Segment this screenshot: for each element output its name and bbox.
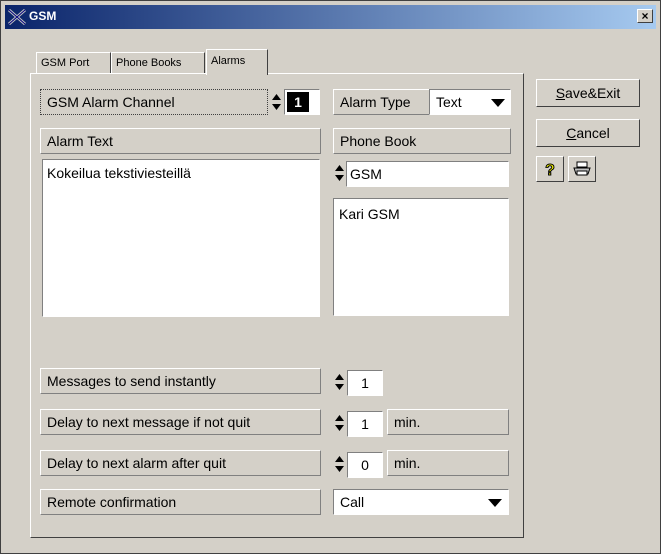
delay-alarm-unit: min. bbox=[387, 450, 509, 476]
messages-instant-value: 1 bbox=[361, 375, 369, 391]
cancel-button[interactable]: Cancel bbox=[536, 119, 640, 147]
alarm-text-label: Alarm Text bbox=[40, 128, 321, 154]
delay-next-message-label: Delay to next message if not quit bbox=[40, 409, 321, 435]
remote-confirmation-value: Call bbox=[340, 494, 365, 510]
alarm-channel-spinner[interactable] bbox=[272, 92, 281, 112]
delay-message-field[interactable]: 1 bbox=[347, 411, 383, 437]
messages-instant-field[interactable]: 1 bbox=[347, 370, 383, 396]
tab-phone-books[interactable]: Phone Books bbox=[111, 52, 205, 74]
chevron-down-icon bbox=[491, 99, 505, 107]
svg-text:?: ? bbox=[545, 162, 555, 178]
title-bar: GSM × bbox=[5, 5, 656, 29]
delay-alarm-spinner[interactable] bbox=[335, 454, 344, 474]
tab-alarms[interactable]: Alarms bbox=[206, 49, 268, 75]
phone-book-spinner[interactable] bbox=[335, 163, 344, 183]
delay-message-unit: min. bbox=[387, 409, 509, 435]
alarm-channel-label: GSM Alarm Channel bbox=[40, 89, 268, 115]
delay-alarm-field[interactable]: 0 bbox=[347, 452, 383, 478]
print-button[interactable] bbox=[568, 156, 596, 182]
list-item[interactable]: Kari GSM bbox=[339, 206, 400, 222]
phone-book-value: GSM bbox=[350, 166, 382, 182]
gsm-dialog: GSM × GSM Port Phone Books Alarms GSM Al… bbox=[0, 0, 661, 554]
alarm-channel-field[interactable]: 1 bbox=[284, 89, 320, 115]
save-exit-label: Save&Exit bbox=[555, 85, 621, 101]
close-button[interactable]: × bbox=[637, 9, 653, 23]
delay-message-spinner[interactable] bbox=[335, 413, 344, 433]
alarm-text-value: Kokeilua tekstiviesteillä bbox=[47, 165, 191, 181]
alarm-type-value: Text bbox=[436, 94, 462, 110]
phone-book-label: Phone Book bbox=[333, 128, 511, 154]
delay-message-value: 1 bbox=[361, 416, 369, 432]
alarm-channel-value: 1 bbox=[287, 92, 309, 112]
messages-instant-label: Messages to send instantly bbox=[40, 368, 321, 394]
cancel-label: Cancel bbox=[566, 125, 610, 141]
delay-alarm-value: 0 bbox=[361, 457, 369, 473]
messages-instant-spinner[interactable] bbox=[335, 372, 344, 392]
help-button[interactable]: ? bbox=[536, 156, 564, 182]
alarm-text-area[interactable]: Kokeilua tekstiviesteillä bbox=[42, 159, 320, 317]
print-icon bbox=[573, 161, 591, 176]
alarm-type-select[interactable]: Text bbox=[429, 89, 511, 115]
app-icon bbox=[8, 8, 26, 26]
delay-next-alarm-label: Delay to next alarm after quit bbox=[40, 450, 321, 476]
remote-confirmation-select[interactable]: Call bbox=[333, 489, 509, 515]
remote-confirmation-label: Remote confirmation bbox=[40, 489, 321, 515]
tab-gsm-port[interactable]: GSM Port bbox=[36, 52, 111, 74]
phone-book-list[interactable]: Kari GSM bbox=[333, 198, 509, 316]
chevron-down-icon bbox=[488, 499, 502, 507]
help-icon: ? bbox=[545, 162, 556, 180]
phone-book-field[interactable]: GSM bbox=[346, 161, 509, 187]
window-title: GSM bbox=[29, 9, 57, 23]
save-exit-button[interactable]: Save&Exit bbox=[536, 79, 640, 107]
